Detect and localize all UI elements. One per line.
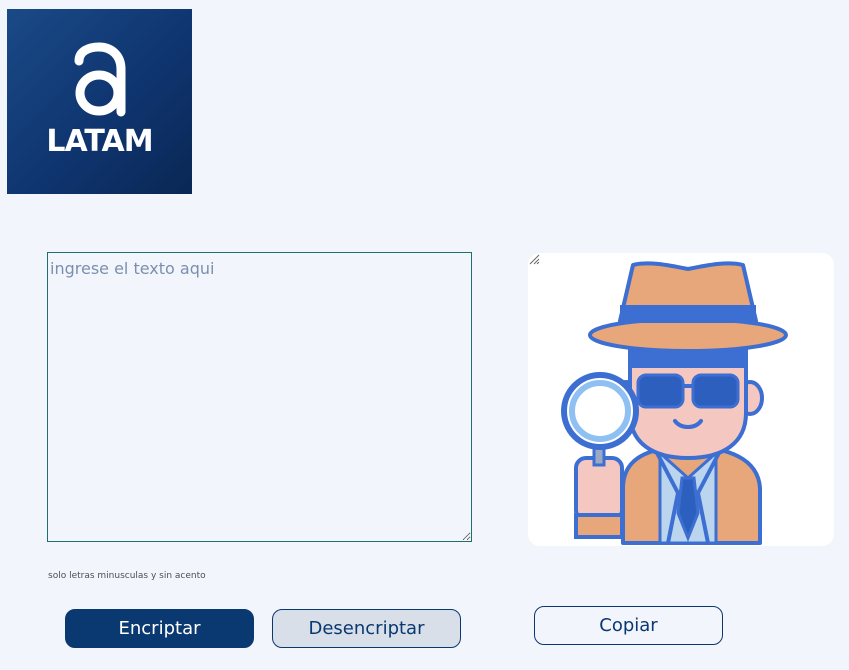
detective-icon bbox=[561, 261, 788, 545]
page: LATAM ingrese el texto aqui solo letras … bbox=[0, 0, 849, 670]
alura-latam-logo: LATAM bbox=[7, 9, 192, 194]
input-hint: solo letras minusculas y sin acento bbox=[48, 571, 206, 581]
logo-text: LATAM bbox=[46, 124, 153, 159]
text-input[interactable] bbox=[47, 252, 472, 542]
alura-a-logo-icon bbox=[74, 42, 126, 117]
encrypt-button[interactable]: Encriptar bbox=[65, 609, 254, 648]
resize-handle-icon[interactable] bbox=[528, 253, 540, 265]
copy-button[interactable]: Copiar bbox=[534, 606, 723, 645]
output-area bbox=[528, 253, 834, 546]
decrypt-button[interactable]: Desencriptar bbox=[272, 609, 461, 648]
